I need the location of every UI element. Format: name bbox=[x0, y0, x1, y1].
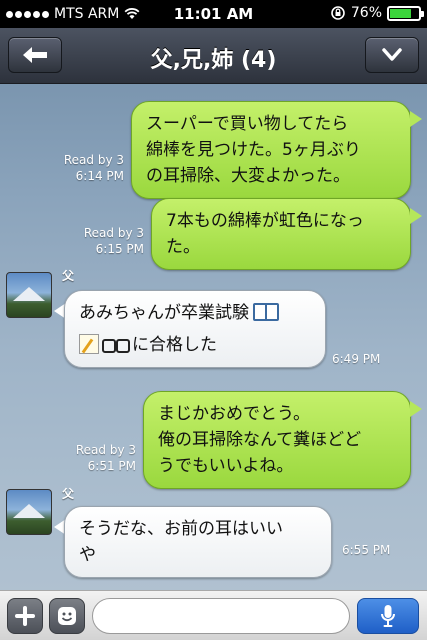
message-line: そうだな、お前の耳はいい bbox=[79, 519, 283, 539]
battery-level bbox=[390, 8, 412, 18]
smiley-icon bbox=[58, 607, 76, 625]
message-time: 6:51 PM bbox=[87, 459, 136, 473]
message-line: あみちゃんが卒業試験 bbox=[79, 300, 311, 326]
battery-icon bbox=[387, 5, 424, 21]
bubble-tail bbox=[410, 111, 422, 127]
message-line: に合格した bbox=[79, 332, 311, 358]
message-line: スーパーで買い物してたら bbox=[146, 114, 349, 134]
message-input[interactable] bbox=[92, 598, 350, 634]
message-time: 6:15 PM bbox=[95, 242, 144, 256]
message-line: まじかおめでとう。 bbox=[158, 404, 310, 424]
message-meta: Read by 3 6:15 PM bbox=[60, 225, 144, 257]
chat-area[interactable]: Read by 3 6:14 PM スーパーで買い物してたら 綿棒を見つけた。5… bbox=[0, 85, 427, 590]
read-receipt: Read by 3 bbox=[75, 443, 136, 457]
message-bubble-outgoing[interactable]: 7本もの綿棒が虹色になっ た。 bbox=[151, 198, 411, 270]
add-button[interactable] bbox=[7, 598, 43, 634]
bubble-tail bbox=[410, 401, 422, 417]
message-meta: Read by 3 6:14 PM bbox=[40, 152, 124, 184]
message-line: の耳掃除、大変よかった。 bbox=[146, 166, 350, 186]
voice-button[interactable] bbox=[357, 598, 419, 634]
back-button[interactable] bbox=[8, 37, 62, 73]
message-bubble-incoming[interactable]: あみちゃんが卒業試験 に合格した bbox=[64, 290, 326, 368]
battery-percent: 76% bbox=[350, 5, 382, 21]
chevron-down-icon bbox=[382, 48, 402, 61]
message-text: あみちゃんが卒業試験 bbox=[79, 303, 249, 323]
message-time: 6:49 PM bbox=[332, 352, 381, 366]
rotation-lock-icon bbox=[331, 6, 345, 20]
input-bar bbox=[0, 590, 427, 640]
chat-header: 父,兄,姉 (4) bbox=[0, 28, 427, 84]
avatar[interactable] bbox=[6, 489, 52, 535]
message-time: 6:55 PM bbox=[342, 543, 391, 557]
memo-icon bbox=[79, 334, 99, 354]
microphone-icon bbox=[381, 605, 395, 627]
sender-name: 父 bbox=[62, 487, 75, 501]
message-bubble-outgoing[interactable]: スーパーで買い物してたら 綿棒を見つけた。5ヶ月ぶり の耳掃除、大変よかった。 bbox=[131, 101, 411, 199]
status-right: 76% bbox=[330, 5, 424, 21]
status-bar: MTS ARM 11:01 AM 76% bbox=[0, 0, 427, 28]
message-line: 綿棒を見つけた。5ヶ月ぶり bbox=[146, 140, 361, 160]
message-time: 6:14 PM bbox=[75, 169, 124, 183]
read-receipt: Read by 3 bbox=[83, 226, 144, 240]
message-line: た。 bbox=[166, 237, 200, 257]
message-line: うでもいいよね。 bbox=[158, 456, 294, 476]
message-text: に合格した bbox=[132, 335, 217, 355]
sticker-button[interactable] bbox=[49, 598, 85, 634]
book-icon bbox=[253, 303, 279, 321]
bubble-tail bbox=[410, 208, 422, 224]
message-line: 俺の耳掃除なんて糞ほどど bbox=[158, 430, 362, 450]
plus-icon bbox=[15, 606, 35, 626]
message-bubble-incoming[interactable]: そうだな、お前の耳はいい や bbox=[64, 506, 332, 578]
glasses-icon bbox=[102, 338, 130, 353]
message-line: 7本もの綿棒が虹色になっ bbox=[166, 211, 364, 231]
menu-button[interactable] bbox=[365, 37, 419, 73]
arrow-left-icon bbox=[23, 47, 47, 63]
read-receipt: Read by 3 bbox=[63, 153, 124, 167]
avatar[interactable] bbox=[6, 272, 52, 318]
message-meta: Read by 3 6:51 PM bbox=[52, 442, 136, 474]
sender-name: 父 bbox=[62, 269, 75, 283]
message-line: や bbox=[79, 545, 96, 565]
message-bubble-outgoing[interactable]: まじかおめでとう。 俺の耳掃除なんて糞ほどど うでもいいよね。 bbox=[143, 391, 411, 489]
chat-title: 父,兄,姉 (4) bbox=[150, 48, 277, 73]
